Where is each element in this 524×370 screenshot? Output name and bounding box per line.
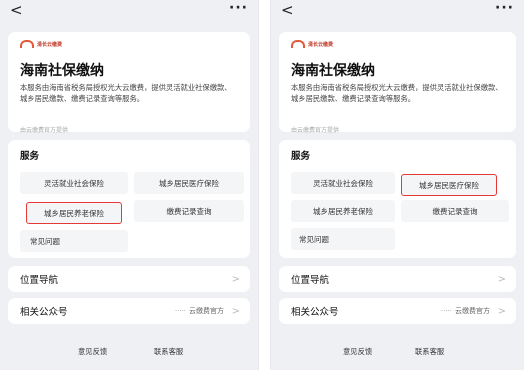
service-description: 本服务由海南省税务局授权光大云缴费，提供灵活就业社保缴款、城乡居民缴款、缴费记录… bbox=[20, 83, 232, 103]
logo: 清长云缴费 bbox=[291, 40, 333, 48]
back-icon[interactable]: < bbox=[281, 1, 294, 19]
service-payment-records[interactable]: 缴费记录查询 bbox=[134, 200, 244, 222]
feedback-link[interactable]: 意见反馈 bbox=[78, 347, 107, 357]
footer: 意见反馈 联系客服 bbox=[271, 347, 524, 361]
divider bbox=[259, 0, 270, 370]
service-pension-insurance[interactable]: 城乡居民养老保险 bbox=[26, 202, 122, 224]
chevron-right-icon: > bbox=[231, 305, 240, 317]
official-account-label: 相关公众号 bbox=[20, 307, 68, 318]
footer: 意见反馈 联系客服 bbox=[0, 347, 258, 361]
chevron-right-icon: > bbox=[497, 305, 506, 317]
service-payment-records[interactable]: 缴费记录查询 bbox=[401, 200, 509, 222]
official-account-name: ····· 云缴费官方 bbox=[441, 306, 490, 316]
account-avatar-icon: ····· bbox=[440, 307, 452, 315]
service-faq[interactable]: 常见问题 bbox=[20, 230, 128, 252]
logo-text: 清长云缴费 bbox=[308, 41, 334, 48]
account-avatar-icon: ····· bbox=[174, 307, 186, 315]
official-account-value: 云缴费官方 bbox=[455, 307, 490, 315]
services-card: 服务 灵活就业社会保险 城乡居民医疗保险 城乡居民养老保险 缴费记录查询 常见问… bbox=[279, 140, 516, 258]
provider-note: 由云缴费官方提供 bbox=[20, 127, 69, 134]
service-flexible-employment[interactable]: 灵活就业社会保险 bbox=[291, 172, 395, 194]
logo-text: 清长云缴费 bbox=[37, 41, 63, 48]
logo-icon bbox=[20, 40, 34, 48]
official-account-row[interactable]: 相关公众号 ····· 云缴费官方 > bbox=[8, 298, 250, 324]
services-title: 服务 bbox=[20, 151, 40, 162]
top-bar: < ··· bbox=[0, 0, 258, 26]
service-intro-card: 清长云缴费 海南社保缴纳 本服务由海南省税务局授权光大云缴费，提供灵活就业社保缴… bbox=[279, 32, 516, 134]
service-flexible-employment[interactable]: 灵活就业社会保险 bbox=[20, 172, 128, 194]
service-faq[interactable]: 常见问题 bbox=[291, 228, 395, 250]
screenshot-left: < ··· 清长云缴费 海南社保缴纳 本服务由海南省税务局授权光大云缴费，提供灵… bbox=[0, 0, 258, 370]
contact-support-link[interactable]: 联系客服 bbox=[154, 347, 183, 357]
provider-note: 由云缴费官方提供 bbox=[291, 127, 340, 134]
official-account-value: 云缴费官方 bbox=[189, 307, 224, 315]
service-medical-insurance[interactable]: 城乡居民医疗保险 bbox=[134, 172, 244, 194]
official-account-row[interactable]: 相关公众号 ····· 云缴费官方 > bbox=[279, 298, 516, 324]
official-account-name: ····· 云缴费官方 bbox=[175, 306, 224, 316]
more-icon[interactable]: ··· bbox=[229, 0, 248, 16]
chevron-right-icon: > bbox=[497, 273, 506, 285]
location-nav-row[interactable]: 位置导航 > bbox=[279, 266, 516, 292]
location-nav-label: 位置导航 bbox=[20, 275, 59, 286]
page-title: 海南社保缴纳 bbox=[20, 63, 104, 79]
service-pension-insurance[interactable]: 城乡居民养老保险 bbox=[291, 200, 395, 222]
contact-support-link[interactable]: 联系客服 bbox=[415, 347, 444, 357]
location-nav-label: 位置导航 bbox=[291, 275, 330, 286]
back-icon[interactable]: < bbox=[10, 1, 23, 19]
more-icon[interactable]: ··· bbox=[495, 0, 514, 16]
service-medical-insurance[interactable]: 城乡居民医疗保险 bbox=[401, 174, 497, 196]
service-description: 本服务由海南省税务局授权光大云缴费，提供灵活就业社保缴款、城乡居民缴款、缴费记录… bbox=[291, 83, 503, 103]
logo: 清长云缴费 bbox=[20, 40, 62, 48]
logo-icon bbox=[291, 40, 305, 48]
top-bar: < ··· bbox=[271, 0, 524, 26]
services-card: 服务 灵活就业社会保险 城乡居民医疗保险 城乡居民养老保险 缴费记录查询 常见问… bbox=[8, 140, 250, 258]
chevron-right-icon: > bbox=[231, 273, 240, 285]
feedback-link[interactable]: 意见反馈 bbox=[343, 347, 372, 357]
location-nav-row[interactable]: 位置导航 > bbox=[8, 266, 250, 292]
official-account-label: 相关公众号 bbox=[291, 307, 339, 318]
page-title: 海南社保缴纳 bbox=[291, 63, 375, 79]
screenshot-right: < ··· 清长云缴费 海南社保缴纳 本服务由海南省税务局授权光大云缴费，提供灵… bbox=[271, 0, 524, 370]
services-title: 服务 bbox=[291, 151, 311, 162]
service-intro-card: 清长云缴费 海南社保缴纳 本服务由海南省税务局授权光大云缴费，提供灵活就业社保缴… bbox=[8, 32, 250, 134]
